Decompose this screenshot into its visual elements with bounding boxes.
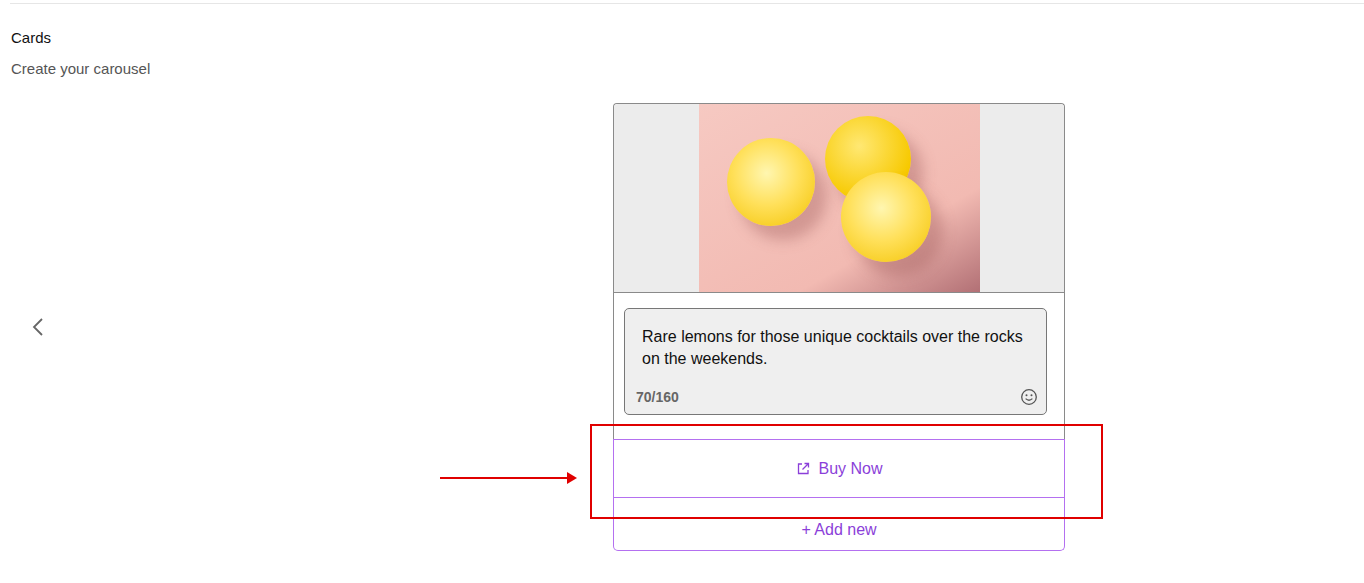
card-action-button[interactable]: Buy Now xyxy=(613,439,1065,498)
description-field[interactable]: Rare lemons for those unique cocktails o… xyxy=(624,308,1047,415)
section-title: Cards xyxy=(11,29,1364,47)
add-button-label[interactable]: + Add new xyxy=(801,521,876,539)
carousel: Rare lemons for those unique cocktails o… xyxy=(0,103,1364,551)
card-body: Rare lemons for those unique cocktails o… xyxy=(613,103,1065,439)
divider xyxy=(10,3,1364,4)
add-button[interactable]: + Add new xyxy=(613,498,1065,551)
highlight-annotation xyxy=(590,424,1103,519)
character-counter: 70/160 xyxy=(636,389,679,405)
chevron-left-icon xyxy=(31,316,45,338)
description-text[interactable]: Rare lemons for those unique cocktails o… xyxy=(636,326,1038,370)
emoji-icon[interactable] xyxy=(1020,388,1038,406)
carousel-card: Rare lemons for those unique cocktails o… xyxy=(613,103,1065,551)
card-image xyxy=(699,104,980,292)
button-label[interactable]: Buy Now xyxy=(818,460,882,478)
carousel-editor: Cards Create your carousel Rare lemons for… xyxy=(0,0,1364,583)
section-header: Cards Create your carousel xyxy=(0,4,1364,78)
field-footer: 70/160 xyxy=(636,388,1038,406)
external-link-icon xyxy=(795,461,811,477)
section-subtitle: Create your carousel xyxy=(11,60,1364,78)
arrow-annotation xyxy=(440,477,568,479)
previous-button[interactable] xyxy=(30,315,46,339)
card-media[interactable] xyxy=(614,104,1064,293)
